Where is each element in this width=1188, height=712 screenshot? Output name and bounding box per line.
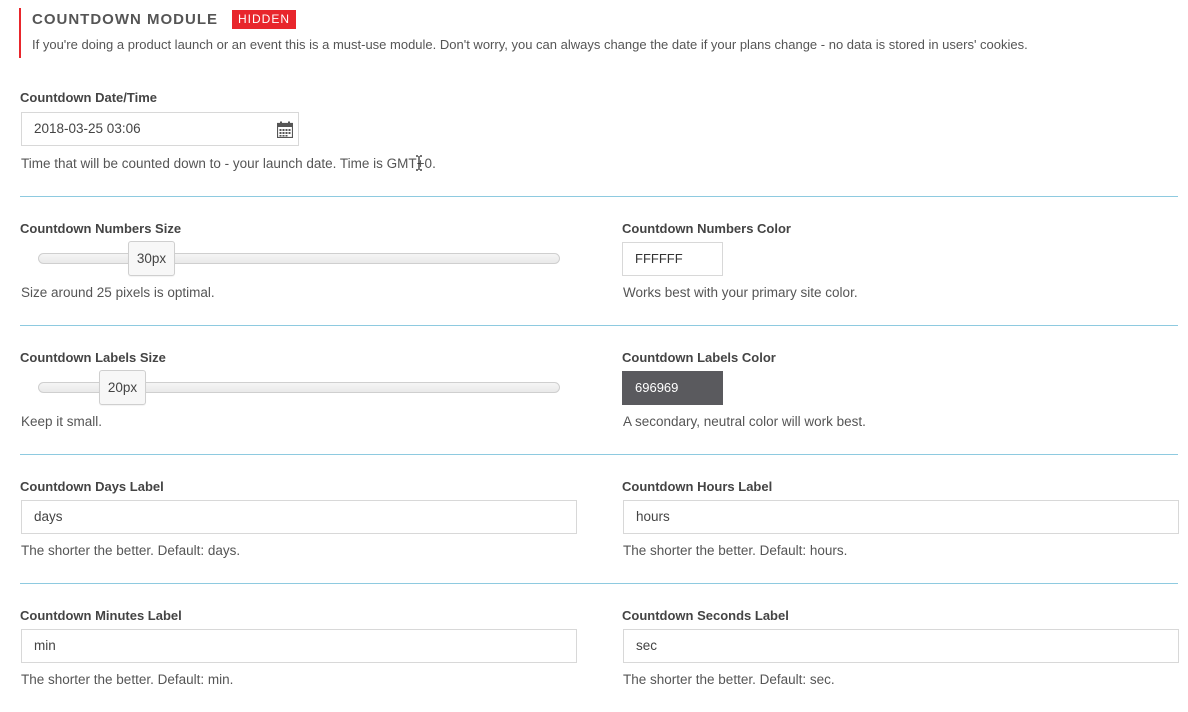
seconds-label-help: The shorter the better. Default: sec. — [623, 672, 835, 687]
datetime-input[interactable]: 2018-03-25 03:06 — [21, 112, 299, 146]
datetime-value: 2018-03-25 03:06 — [34, 121, 141, 136]
numbers-size-label: Countdown Numbers Size — [20, 221, 182, 236]
seconds-label-input[interactable]: sec — [623, 629, 1179, 663]
numbers-color-label: Countdown Numbers Color — [622, 221, 791, 236]
days-label-label: Countdown Days Label — [20, 479, 164, 494]
calendar-icon[interactable] — [277, 121, 293, 138]
datetime-help: Time that will be counted down to - your… — [21, 156, 436, 171]
numbers-size-slider[interactable] — [38, 253, 560, 264]
text-cursor-icon — [416, 155, 422, 171]
divider — [20, 583, 1178, 584]
divider — [20, 454, 1178, 455]
hours-label-label: Countdown Hours Label — [622, 479, 773, 494]
minutes-label-help: The shorter the better. Default: min. — [21, 672, 234, 687]
hours-label-help: The shorter the better. Default: hours. — [623, 543, 848, 558]
labels-color-label: Countdown Labels Color — [622, 350, 776, 365]
hours-label-input[interactable]: hours — [623, 500, 1179, 534]
minutes-label-input[interactable]: min — [21, 629, 577, 663]
seconds-label-label: Countdown Seconds Label — [622, 608, 789, 623]
datetime-label: Countdown Date/Time — [20, 90, 157, 105]
numbers-color-input[interactable]: FFFFFF — [622, 242, 723, 276]
minutes-label-label: Countdown Minutes Label — [20, 608, 182, 623]
labels-size-slider-handle[interactable]: 20px — [99, 370, 146, 405]
divider — [20, 196, 1178, 197]
labels-color-help: A secondary, neutral color will work bes… — [623, 414, 866, 429]
labels-color-input[interactable]: 696969 — [622, 371, 723, 405]
status-badge: HIDDEN — [231, 9, 296, 29]
days-label-help: The shorter the better. Default: days. — [21, 543, 241, 558]
module-title: COUNTDOWN MODULE — [32, 10, 218, 28]
numbers-color-help: Works best with your primary site color. — [623, 285, 858, 300]
numbers-size-slider-handle[interactable]: 30px — [128, 241, 175, 276]
labels-size-help: Keep it small. — [21, 414, 103, 429]
module-description: If you're doing a product launch or an e… — [32, 37, 1028, 52]
divider — [20, 325, 1178, 326]
labels-size-label: Countdown Labels Size — [20, 350, 166, 365]
numbers-size-help: Size around 25 pixels is optimal. — [21, 285, 215, 300]
module-header: COUNTDOWN MODULE HIDDEN If you're doing … — [19, 8, 1028, 58]
days-label-input[interactable]: days — [21, 500, 577, 534]
